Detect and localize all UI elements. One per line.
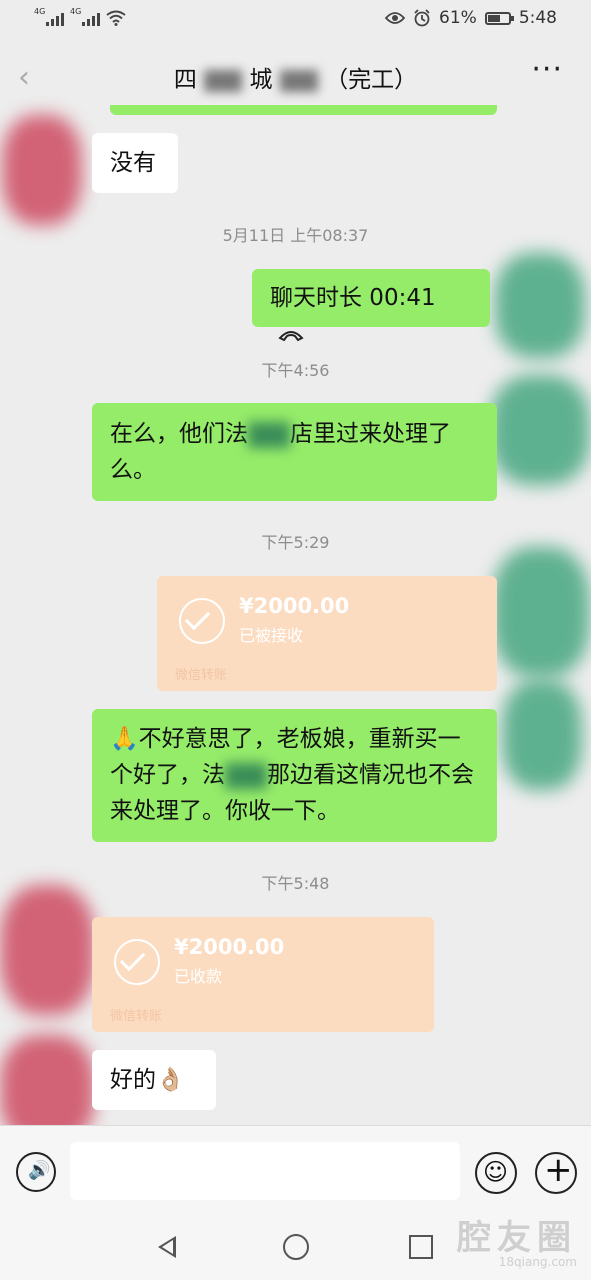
redacted-avatar [502, 680, 582, 790]
emoji-button[interactable]: ☺ [475, 1152, 517, 1194]
eye-icon [385, 12, 406, 24]
status-time: 5:48 [518, 8, 557, 28]
plus-icon: + [544, 1150, 573, 1190]
message-text: 在么，他们法 [110, 421, 248, 447]
battery-icon [484, 11, 514, 25]
signal-icon: 4G [34, 7, 64, 26]
chat-title: 四 城 （完工） [0, 60, 591, 94]
title-part-2: 城 [249, 67, 273, 93]
status-bar: 4G 4G 61% 5:48 [0, 0, 591, 40]
redacted-text [279, 69, 318, 92]
call-duration-text: 聊天时长 00:41 [270, 285, 436, 311]
input-bar: 🔊 ☺ + [0, 1125, 591, 1221]
transfer-status: 已收款 [174, 967, 223, 986]
redacted-avatar [490, 375, 590, 485]
phone-icon [278, 330, 304, 341]
chat-header: ‹ 四 城 （完工） ··· [0, 40, 591, 115]
signal-icon: 4G [70, 7, 100, 26]
previous-message-edge [110, 105, 497, 115]
redacted-avatar [495, 253, 585, 358]
voice-icon: 🔊 [28, 1160, 51, 1181]
message-bubble-received[interactable]: 好的👌🏼 [92, 1050, 216, 1110]
transfer-card-sent[interactable]: ¥2000.00 已被接收 微信转账 [157, 576, 497, 691]
wifi-icon [106, 10, 126, 26]
transfer-label: 微信转账 [110, 1009, 163, 1024]
redacted-text [248, 421, 290, 448]
sim2-label: 4G [70, 7, 82, 16]
redacted-text [204, 69, 243, 92]
watermark: 腔友圈 18qiang.com [457, 1210, 577, 1269]
timestamp: 下午4:56 [261, 361, 330, 380]
message-list[interactable]: 没有 5月11日 上午08:37 聊天时长 00:41 下午4:56 在么，他们… [0, 105, 591, 1145]
more-actions-button[interactable]: + [535, 1150, 577, 1194]
call-bubble[interactable]: 聊天时长 00:41 [252, 269, 490, 341]
message-bubble-sent[interactable]: 🙏不好意思了，老板娘，重新买一个好了，法 那边看这情况也不会来处理了。你收一下。 [92, 709, 497, 842]
nav-home-icon[interactable] [283, 1234, 309, 1260]
sim1-label: 4G [34, 7, 46, 16]
timestamp: 下午5:48 [261, 874, 330, 893]
emoji-icon: ☺ [483, 1158, 509, 1186]
redacted-text [225, 762, 267, 789]
redacted-avatar [492, 547, 590, 677]
nav-recents-icon[interactable] [409, 1235, 433, 1259]
more-options-icon[interactable]: ··· [531, 52, 563, 87]
battery-percent: 61% [439, 8, 477, 28]
message-text: 没有 [110, 150, 156, 176]
redacted-avatar [2, 115, 82, 225]
message-bubble-sent[interactable]: 在么，他们法 店里过来处理了么。 [92, 403, 497, 501]
alarm-icon [414, 9, 430, 27]
transfer-card-received[interactable]: ¥2000.00 已收款 微信转账 [92, 917, 434, 1032]
transfer-amount: ¥2000.00 [174, 935, 285, 959]
redacted-avatar [0, 885, 95, 1015]
title-part-3: （完工） [325, 67, 418, 93]
watermark-title: 腔友圈 [457, 1218, 577, 1258]
voice-button[interactable]: 🔊 [16, 1152, 56, 1192]
message-input[interactable] [70, 1142, 460, 1200]
message-bubble-received[interactable]: 没有 [92, 133, 178, 193]
timestamp: 下午5:29 [261, 533, 330, 552]
transfer-label: 微信转账 [175, 668, 228, 683]
nav-back-icon[interactable] [158, 1236, 176, 1258]
message-text: 好的👌🏼 [110, 1067, 185, 1093]
transfer-amount: ¥2000.00 [239, 594, 350, 618]
timestamp: 5月11日 上午08:37 [222, 226, 369, 245]
transfer-status: 已被接收 [239, 626, 304, 645]
title-part-1: 四 [173, 67, 197, 93]
